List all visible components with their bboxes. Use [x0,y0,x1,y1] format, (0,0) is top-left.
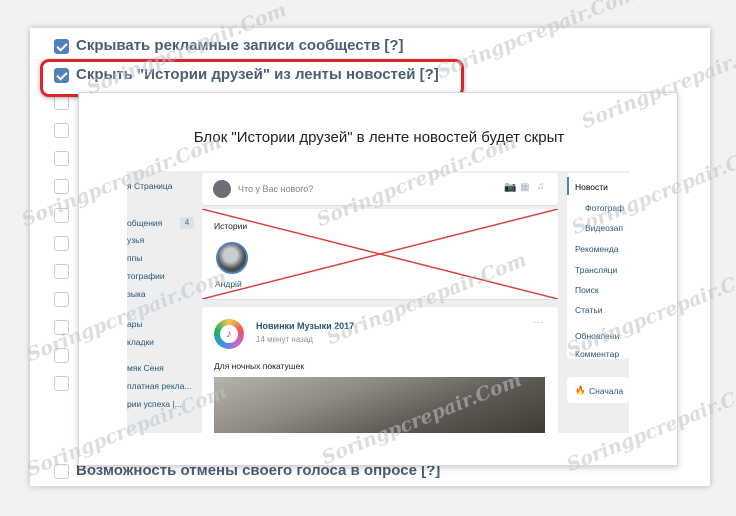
revote-checkbox[interactable] [54,464,69,479]
option-checkbox[interactable] [54,123,69,138]
hide-ads-checkbox[interactable] [54,39,69,54]
left-menu-item[interactable]: узья [127,235,144,245]
vk-left-menu: я Страница общения узья ппы тографии зык… [127,171,197,433]
option-checkbox[interactable] [54,320,69,335]
option-checkbox[interactable] [54,179,69,194]
left-menu-item[interactable]: ары [127,319,143,329]
fire-icon: 🔥 [575,385,586,395]
option-checkbox[interactable] [54,95,69,110]
left-menu-item[interactable]: я Страница [127,181,173,191]
community-avatar[interactable]: ♪ [214,319,244,349]
sort-box: 🔥 Сначала [567,377,629,403]
sort-first-toggle[interactable]: Сначала [589,386,623,396]
post-author[interactable]: Новинки Музыки 2017 [256,321,354,331]
right-menu-item[interactable]: Поиск [575,285,599,295]
vk-right-menu: Новости Фотограф Видеозап Рекоменда Тран… [567,171,629,433]
left-menu-item[interactable]: ппы [127,253,142,263]
left-menu-item[interactable]: кладки [127,337,154,347]
post-text: Для ночных покатушек [214,361,305,371]
music-icon[interactable]: ♫ [537,181,545,192]
right-menu-item[interactable]: Новости [575,182,608,192]
help-tooltip: Блок "Истории друзей" в ленте новостей б… [78,92,678,466]
video-icon[interactable]: ▦ [520,182,529,193]
option-checkbox[interactable] [54,376,69,391]
camera-icon[interactable]: 📷 [504,182,516,193]
left-menu-item[interactable]: платная рекла... [127,381,191,391]
vk-feed-preview: я Страница общения узья ппы тографии зык… [127,171,629,433]
left-menu-item[interactable]: тографии [127,271,165,281]
cross-out-mark [202,209,558,299]
stories-card: Истории Андрій [202,209,558,299]
right-menu-item[interactable]: Трансляци [575,265,617,275]
selected-indicator [567,177,569,195]
left-menu-item[interactable]: мяк Сеня [127,363,164,373]
hide-ads-help-link[interactable]: [?] [384,37,403,54]
composer-input[interactable]: Что у Вас нового? [238,184,313,194]
left-menu-item[interactable]: зыка [127,289,146,299]
left-menu-item[interactable]: общения [127,218,162,228]
right-menu-item[interactable]: Обновлени [575,331,619,341]
left-menu-item[interactable]: рии успеха |... [127,399,182,409]
option-checkbox[interactable] [54,236,69,251]
tooltip-title: Блок "Истории друзей" в ленте новостей б… [193,129,565,146]
option-checkbox[interactable] [54,348,69,363]
post-more-icon[interactable]: ··· [533,317,543,328]
messages-badge: 4 [180,217,194,229]
composer-card: Что у Вас нового? 📷 ▦ ♫ [202,173,558,205]
right-menu-item[interactable]: Статьи [575,305,603,315]
right-menu-item[interactable]: Комментар [575,349,619,359]
post-time[interactable]: 14 минут назад [256,335,313,344]
right-menu-item[interactable]: Видеозап [585,223,623,233]
option-checkbox[interactable] [54,151,69,166]
post-card: ♪ Новинки Музыки 2017 14 минут назад ···… [202,307,558,433]
hide-ads-text: Скрывать рекламные записи сообществ [76,37,381,54]
feed-filter-box: Новости Фотограф Видеозап Рекоменда Тран… [567,173,629,359]
right-menu-item[interactable]: Фотограф [585,203,624,213]
post-image[interactable] [214,377,545,433]
option-checkbox[interactable] [54,264,69,279]
option-checkbox[interactable] [54,208,69,223]
hide-ads-label[interactable]: Скрывать рекламные записи сообществ [?] [76,37,404,54]
option-checkbox[interactable] [54,292,69,307]
music-note-icon: ♪ [220,325,238,343]
page: Скрывать рекламные записи сообществ [?] … [0,0,736,516]
user-avatar [213,180,231,198]
right-menu-item[interactable]: Рекоменда [575,244,619,254]
